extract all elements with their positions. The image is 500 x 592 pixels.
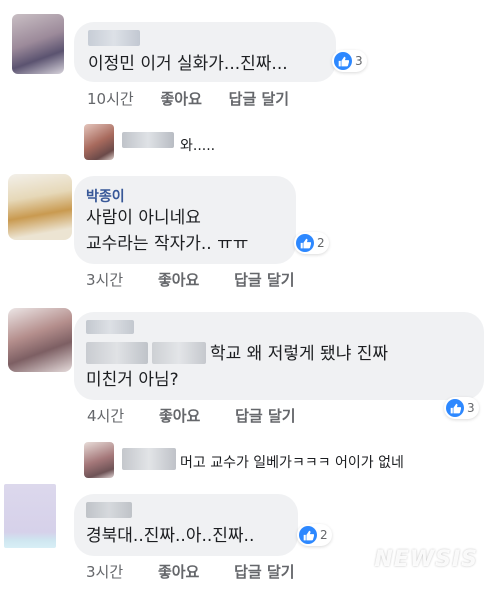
author-name-blurred: [122, 132, 174, 148]
reply-link[interactable]: 답글 달기: [234, 563, 294, 581]
like-link[interactable]: 좋아요: [158, 271, 199, 289]
reply-text: 머고 교수가 일베가ㅋㅋㅋ 어이가 없네: [180, 455, 404, 471]
reaction-badge[interactable]: 2: [294, 232, 329, 254]
avatar[interactable]: [4, 484, 56, 548]
thumbs-up-icon: [299, 526, 317, 544]
avatar[interactable]: [8, 308, 72, 372]
mentioned-name-blurred: [152, 342, 206, 364]
avatar[interactable]: [12, 14, 64, 74]
author-name-blurred: [86, 502, 132, 518]
reaction-count: 3: [467, 401, 475, 415]
like-link[interactable]: 좋아요: [160, 90, 201, 108]
comment-text: 경북대..진짜..아..진짜..: [86, 526, 255, 546]
comment-meta: 10시간 좋아요 답글 달기: [87, 88, 289, 109]
reaction-badge[interactable]: 3: [444, 397, 479, 419]
comment-author[interactable]: 박종이: [86, 186, 125, 206]
reaction-count: 2: [320, 528, 328, 542]
comment-meta: 3시간 좋아요 답글 달기: [86, 269, 295, 290]
author-name-blurred: [86, 320, 134, 334]
timestamp: 3시간: [86, 271, 124, 289]
comment-text: 사람이 아니네요: [86, 208, 201, 228]
avatar[interactable]: [84, 124, 114, 160]
reply-link[interactable]: 답글 달기: [229, 90, 289, 108]
comment-text: 교수라는 작자가.. ㅠㅠ: [86, 234, 249, 254]
thumbs-up-icon: [296, 234, 314, 252]
avatar[interactable]: [8, 174, 72, 240]
author-name-blurred: [88, 30, 140, 46]
comment-meta: 4시간 좋아요 답글 달기: [87, 405, 296, 426]
comment-text: 미친거 아님?: [86, 370, 179, 390]
reply-link[interactable]: 답글 달기: [234, 271, 294, 289]
comment-bubble: 이정민 이거 실화가...진짜...: [74, 22, 336, 82]
reaction-badge[interactable]: 2: [297, 524, 332, 546]
thumbs-up-icon: [446, 399, 464, 417]
like-link[interactable]: 좋아요: [159, 407, 200, 425]
timestamp: 3시간: [86, 563, 124, 581]
reaction-badge[interactable]: 3: [332, 50, 367, 72]
author-name-blurred: [122, 448, 176, 470]
reaction-count: 2: [317, 236, 325, 250]
timestamp: 4시간: [87, 407, 125, 425]
comment-meta: 3시간 좋아요 답글 달기: [86, 561, 295, 582]
comment-text: 학교 왜 저렇게 됐냐 진짜: [210, 344, 389, 364]
newsis-watermark: NEWSIS: [374, 547, 478, 572]
avatar[interactable]: [84, 442, 114, 478]
reaction-count: 3: [355, 54, 363, 68]
comment-bubble: 박종이 사람이 아니네요 교수라는 작자가.. ㅠㅠ: [74, 176, 296, 264]
comment-text: 이정민 이거 실화가...진짜...: [88, 54, 288, 74]
thumbs-up-icon: [334, 52, 352, 70]
comment-bubble: 경북대..진짜..아..진짜..: [74, 494, 298, 556]
timestamp: 10시간: [87, 90, 134, 108]
mentioned-name-blurred: [86, 342, 148, 364]
reply-link[interactable]: 답글 달기: [235, 407, 295, 425]
reply-text: 와.....: [180, 138, 216, 154]
comment-bubble: 학교 왜 저렇게 됐냐 진짜 미친거 아님?: [74, 312, 484, 400]
like-link[interactable]: 좋아요: [158, 563, 199, 581]
